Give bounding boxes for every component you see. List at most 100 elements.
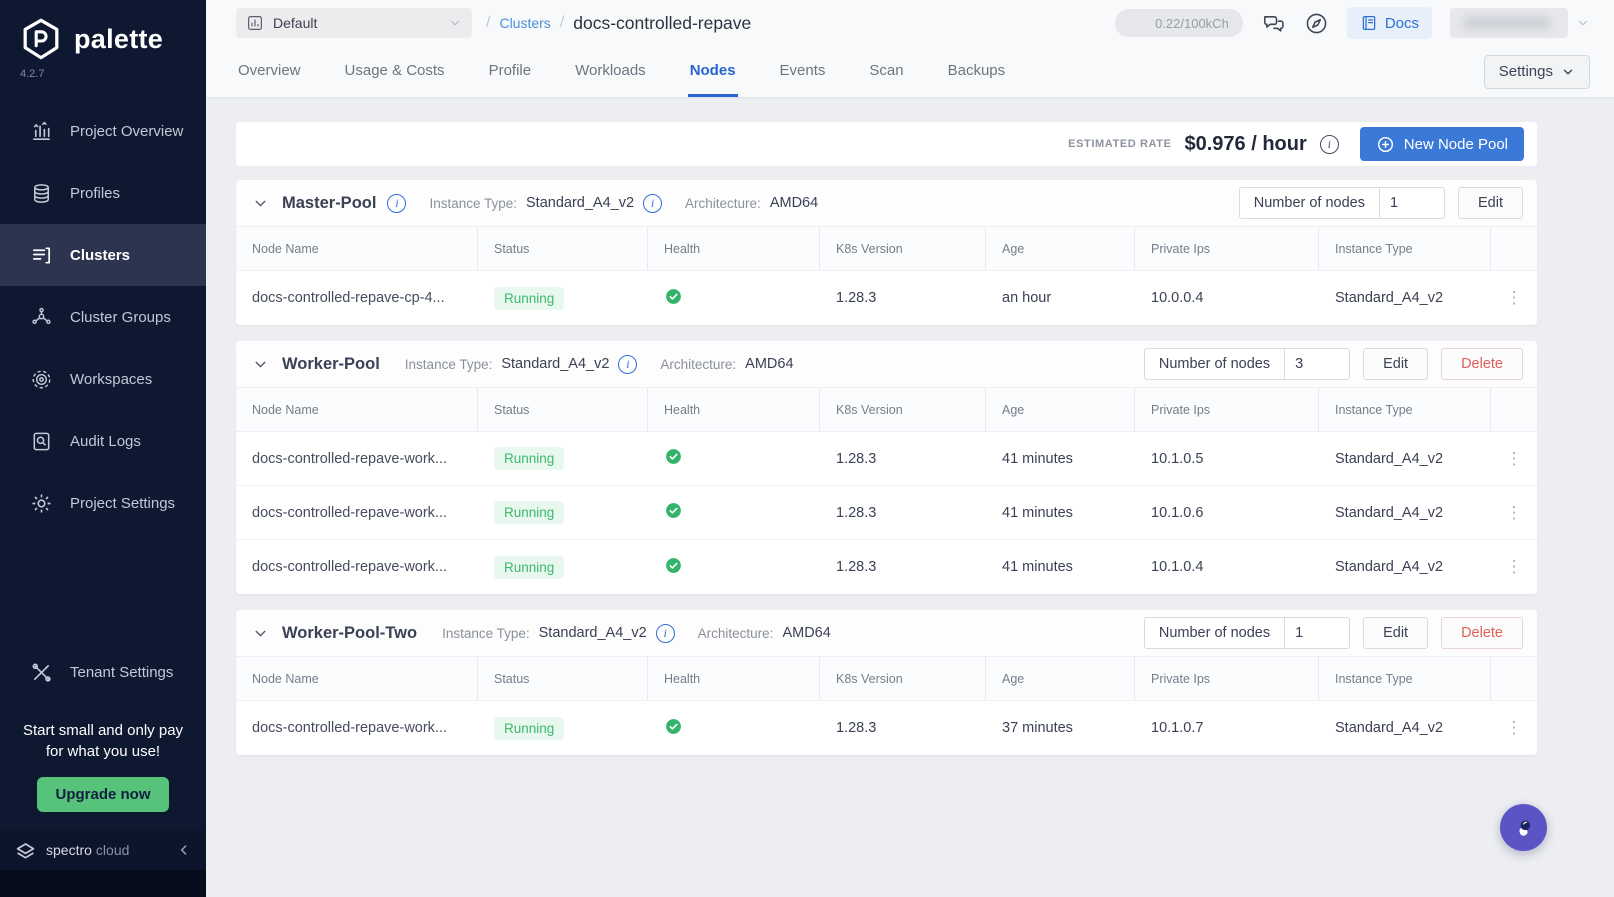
collapse-chevron-icon[interactable] [252, 356, 269, 373]
node-name-cell: docs-controlled-repave-cp-4... [252, 290, 445, 306]
pool-actions: Number of nodes Edit Delete [1143, 617, 1523, 649]
row-menu-button[interactable]: ⋮ [1491, 718, 1537, 738]
pool-header: Master-Pool i Instance Type: Standard_A4… [236, 180, 1537, 227]
info-icon[interactable]: i [618, 354, 638, 374]
row-menu-button[interactable]: ⋮ [1491, 557, 1537, 577]
user-menu[interactable] [1450, 8, 1590, 38]
node-name-cell: docs-controlled-repave-work... [252, 559, 448, 575]
user-name-redacted [1450, 8, 1568, 38]
chat-icon[interactable] [1261, 11, 1286, 36]
tab-bar: Overview Usage & Costs Profile Workloads Nod… [236, 46, 1007, 97]
edit-button[interactable]: Edit [1363, 348, 1429, 380]
settings-button[interactable]: Settings [1483, 54, 1590, 89]
column-header-health: Health [648, 657, 820, 700]
sidebar-item-cluster-groups[interactable]: Cluster Groups [0, 286, 206, 348]
info-icon[interactable]: i [1319, 134, 1339, 154]
number-of-nodes-field: Number of nodes [1238, 187, 1445, 219]
delete-button[interactable]: Delete [1441, 617, 1523, 649]
tab-backups[interactable]: Backups [946, 46, 1008, 97]
status-badge: Running [494, 447, 565, 470]
tab-overview[interactable]: Overview [236, 46, 303, 97]
sidebar-item-project-overview[interactable]: Project Overview [0, 100, 206, 162]
age-cell: 37 minutes [1002, 720, 1073, 736]
row-menu-button[interactable]: ⋮ [1491, 503, 1537, 523]
nodes-count-input[interactable] [1285, 618, 1350, 648]
status-badge: Running [494, 501, 565, 524]
health-check-icon [664, 447, 683, 466]
tab-scan[interactable]: Scan [867, 46, 905, 97]
delete-button[interactable]: Delete [1441, 348, 1523, 380]
collapse-chevron-icon[interactable] [252, 625, 269, 642]
status-badge: Running [494, 716, 565, 740]
tab-events[interactable]: Events [778, 46, 828, 97]
health-check-icon [664, 717, 683, 736]
upgrade-now-button[interactable]: Upgrade now [37, 777, 169, 812]
chevron-left-icon[interactable] [176, 842, 192, 858]
sidebar-item-label: Cluster Groups [70, 308, 171, 326]
logo-text: palette [74, 23, 164, 54]
table-rows: docs-controlled-repave-work... Running 1… [236, 701, 1537, 755]
private-ip-cell: 10.0.0.4 [1151, 290, 1204, 306]
column-header-status: Status [478, 657, 648, 700]
column-header-menu [1491, 388, 1537, 431]
nodes-count-input[interactable] [1285, 349, 1350, 379]
instance-type-label: Instance Type: [442, 625, 530, 641]
row-menu-button[interactable]: ⋮ [1491, 449, 1537, 469]
breadcrumb-clusters-link[interactable]: Clusters [499, 15, 550, 31]
nodes-count-input[interactable] [1380, 188, 1444, 218]
sidebar-item-clusters[interactable]: Clusters [0, 224, 206, 286]
column-header-age: Age [986, 227, 1135, 270]
chevron-down-icon [448, 16, 462, 30]
sidebar-item-audit-logs[interactable]: Audit Logs [0, 410, 206, 472]
topbar-row1: Default / Clusters / docs-controlled-rep… [206, 0, 1614, 46]
project-selector[interactable]: Default [236, 8, 472, 38]
sidebar-item-label: Audit Logs [70, 432, 141, 450]
private-ip-cell: 10.1.0.6 [1151, 504, 1204, 521]
collapse-chevron-icon[interactable] [252, 195, 269, 212]
sidebar-item-project-settings[interactable]: Project Settings [0, 472, 206, 534]
k8s-version-cell: 1.28.3 [836, 504, 877, 521]
sidebar-item-label: Project Overview [70, 122, 184, 140]
tenant-settings-icon [30, 661, 53, 684]
column-header-instance-type: Instance Type [1319, 657, 1491, 700]
tab-nodes[interactable]: Nodes [687, 46, 738, 97]
docs-button[interactable]: Docs [1346, 7, 1432, 39]
breadcrumb-slash: / [486, 14, 491, 31]
compass-icon[interactable] [1304, 11, 1329, 36]
age-cell: an hour [1002, 290, 1052, 306]
sidebar-item-profiles[interactable]: Profiles [0, 162, 206, 224]
tab-usage-costs[interactable]: Usage & Costs [343, 46, 447, 97]
new-node-pool-button[interactable]: New Node Pool [1359, 127, 1524, 161]
estimated-rate-label: ESTIMATED RATE [1068, 138, 1172, 150]
edit-button[interactable]: Edit [1458, 187, 1523, 219]
breadcrumb-current: docs-controlled-repave [573, 12, 752, 33]
pool-name: Worker-Pool [282, 354, 380, 373]
brand-name-2: cloud [95, 842, 130, 858]
info-icon[interactable]: i [387, 193, 407, 213]
assistant-fab[interactable] [1500, 804, 1547, 851]
column-header-age: Age [986, 388, 1135, 431]
tab-workloads[interactable]: Workloads [573, 46, 648, 97]
number-of-nodes-field: Number of nodes [1143, 348, 1351, 380]
tab-profile[interactable]: Profile [487, 46, 534, 97]
info-icon[interactable]: i [643, 193, 663, 213]
column-header-health: Health [648, 388, 820, 431]
instance-type-value: Standard_A4_v2 [501, 356, 610, 372]
sidebar-item-workspaces[interactable]: Workspaces [0, 348, 206, 410]
k8s-version-cell: 1.28.3 [836, 720, 877, 736]
node-name-cell: docs-controlled-repave-work... [252, 720, 448, 736]
architecture-value: AMD64 [782, 625, 831, 641]
version-label: 4.2.7 [20, 68, 45, 80]
edit-button[interactable]: Edit [1363, 617, 1429, 649]
sidebar-item-tenant-settings[interactable]: Tenant Settings [0, 642, 206, 704]
node-pool-card: Master-Pool i Instance Type: Standard_A4… [236, 180, 1537, 325]
instance-type-value: Standard_A4_v2 [538, 625, 647, 641]
age-cell: 41 minutes [1002, 504, 1073, 521]
info-icon[interactable]: i [655, 623, 675, 643]
k8s-version-cell: 1.28.3 [836, 450, 877, 467]
spectro-logo-icon [14, 839, 37, 862]
sidebar-item-label: Project Settings [70, 494, 176, 512]
pool-actions: Number of nodes Edit Delete [1143, 348, 1523, 380]
cluster-groups-icon [30, 306, 53, 329]
row-menu-button[interactable]: ⋮ [1491, 288, 1537, 308]
